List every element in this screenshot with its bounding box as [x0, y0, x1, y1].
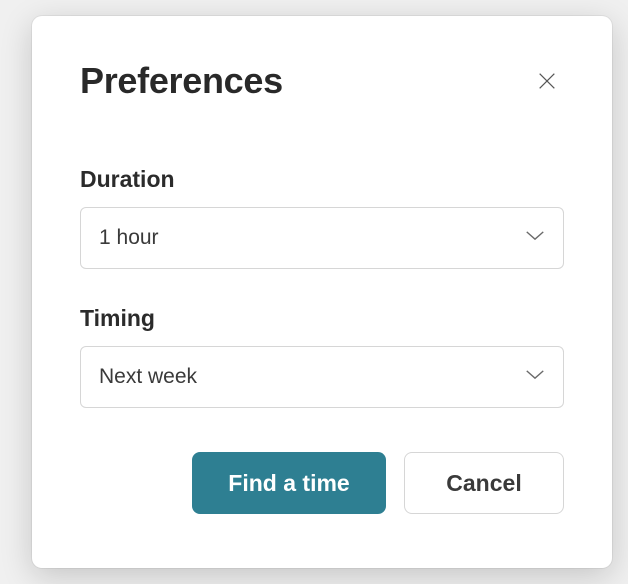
timing-group: Timing Next week — [80, 305, 564, 408]
timing-select-wrap: Next week — [80, 346, 564, 408]
button-row: Find a time Cancel — [80, 452, 564, 514]
duration-label: Duration — [80, 166, 564, 193]
modal-header: Preferences — [80, 60, 564, 102]
cancel-button[interactable]: Cancel — [404, 452, 564, 514]
duration-value: 1 hour — [99, 226, 159, 250]
timing-label: Timing — [80, 305, 564, 332]
preferences-modal: Preferences Duration 1 hour Timing Next … — [32, 16, 612, 568]
modal-title: Preferences — [80, 60, 283, 102]
duration-select[interactable]: 1 hour — [80, 207, 564, 269]
timing-value: Next week — [99, 365, 197, 389]
timing-select[interactable]: Next week — [80, 346, 564, 408]
close-icon — [536, 70, 558, 92]
find-a-time-button[interactable]: Find a time — [192, 452, 386, 514]
close-button[interactable] — [530, 64, 564, 98]
duration-group: Duration 1 hour — [80, 166, 564, 269]
duration-select-wrap: 1 hour — [80, 207, 564, 269]
